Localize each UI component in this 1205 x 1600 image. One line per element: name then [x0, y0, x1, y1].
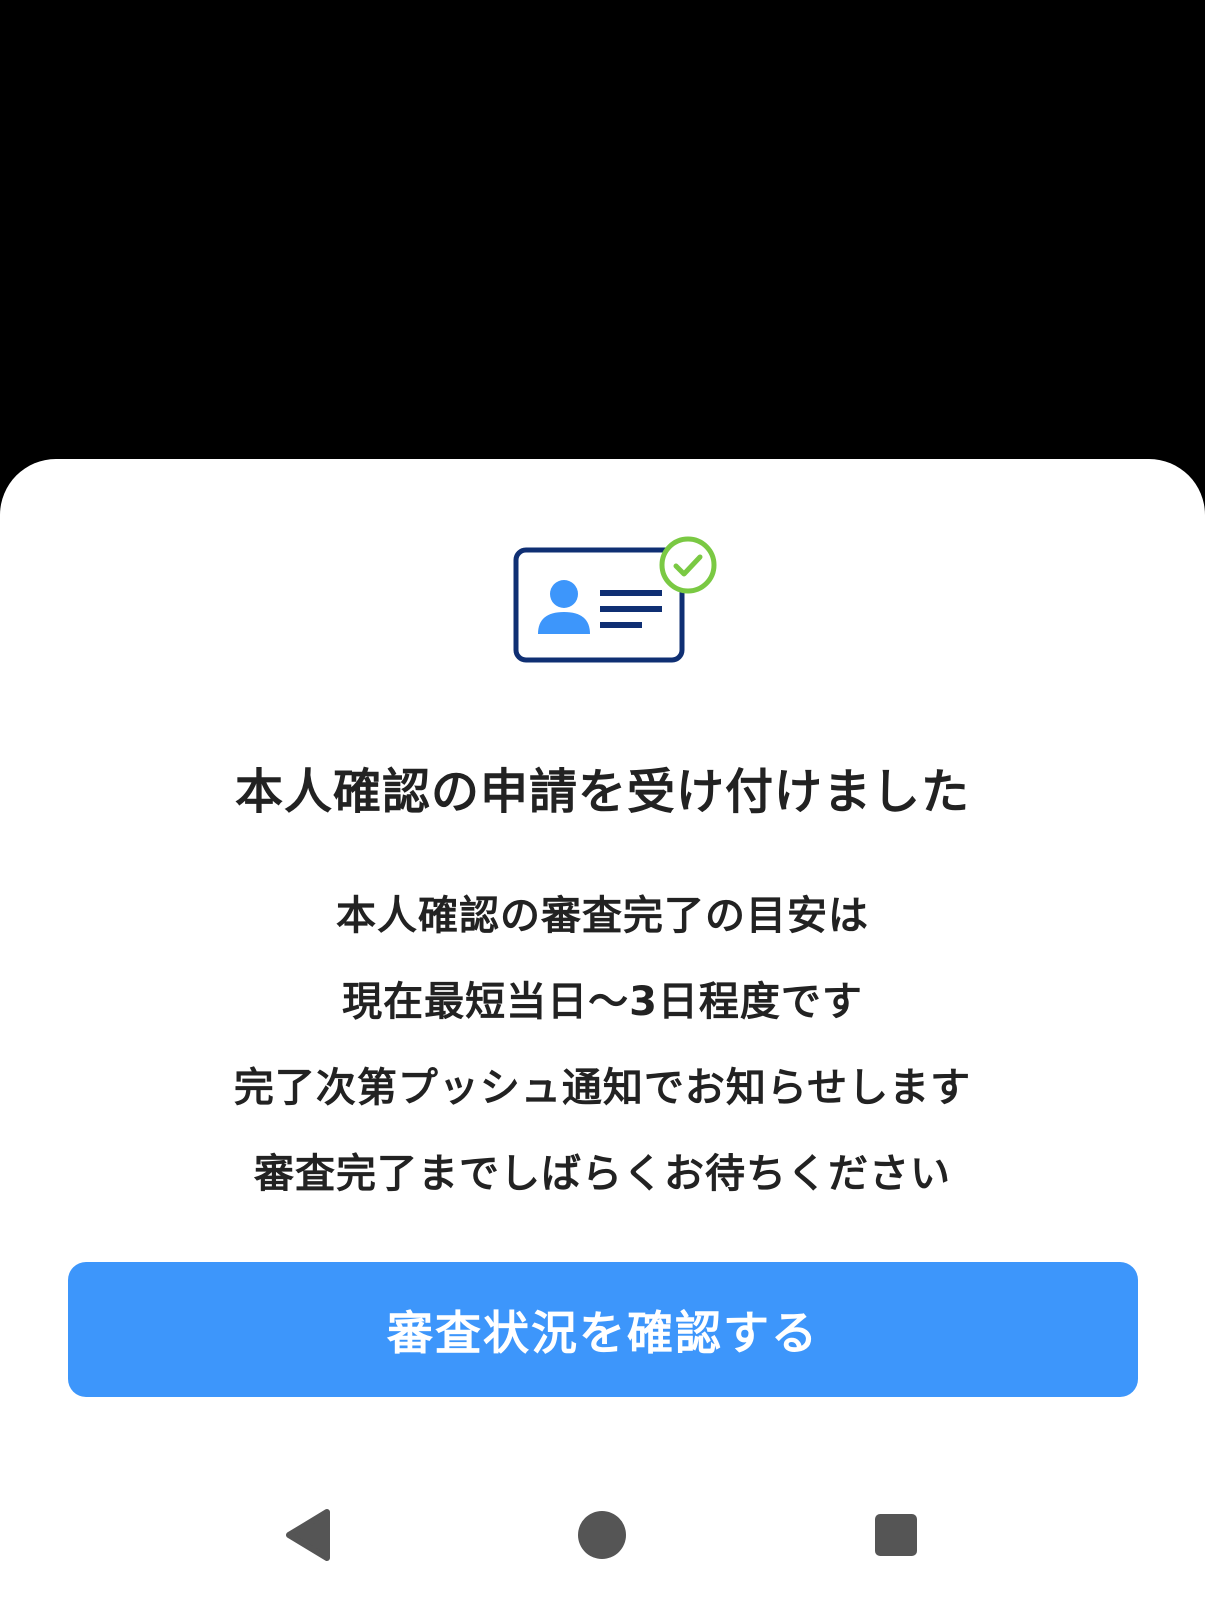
back-button[interactable]: [263, 1490, 353, 1580]
card-text-line: [600, 606, 662, 612]
message-line: 審査完了までしばらくお待ちください: [254, 1151, 951, 1197]
card-text-line: [600, 590, 662, 596]
avatar-head-icon: [550, 580, 578, 608]
square-recents-icon: [875, 1514, 917, 1556]
message-line: 現在最短当日〜3日程度です: [342, 979, 863, 1025]
message-line: 完了次第プッシュ通知でお知らせします: [233, 1065, 972, 1111]
dialog-title: 本人確認の申請を受け付けました: [234, 764, 970, 820]
dialog-message: 本人確認の審査完了の目安は 現在最短当日〜3日程度です 完了次第プッシュ通知でお…: [0, 873, 1205, 1217]
message-line: 本人確認の審査完了の目安は: [336, 893, 869, 939]
check-review-status-button[interactable]: 審査状況を確認する: [68, 1262, 1138, 1397]
id-card-outline: [513, 547, 685, 663]
id-card-verified-icon: [512, 536, 726, 682]
screen: 本人確認の申請を受け付けました 本人確認の審査完了の目安は 現在最短当日〜3日程…: [0, 0, 1205, 1600]
id-card-illustration: [513, 536, 717, 663]
card-text-line: [600, 622, 642, 628]
system-navigation-bar: [0, 1490, 1205, 1580]
recents-button[interactable]: [851, 1490, 941, 1580]
dimmed-backdrop[interactable]: [0, 0, 1205, 460]
triangle-back-icon: [286, 1509, 330, 1561]
circle-home-icon: [578, 1511, 626, 1559]
check-badge-icon: [659, 536, 717, 594]
home-button[interactable]: [557, 1490, 647, 1580]
